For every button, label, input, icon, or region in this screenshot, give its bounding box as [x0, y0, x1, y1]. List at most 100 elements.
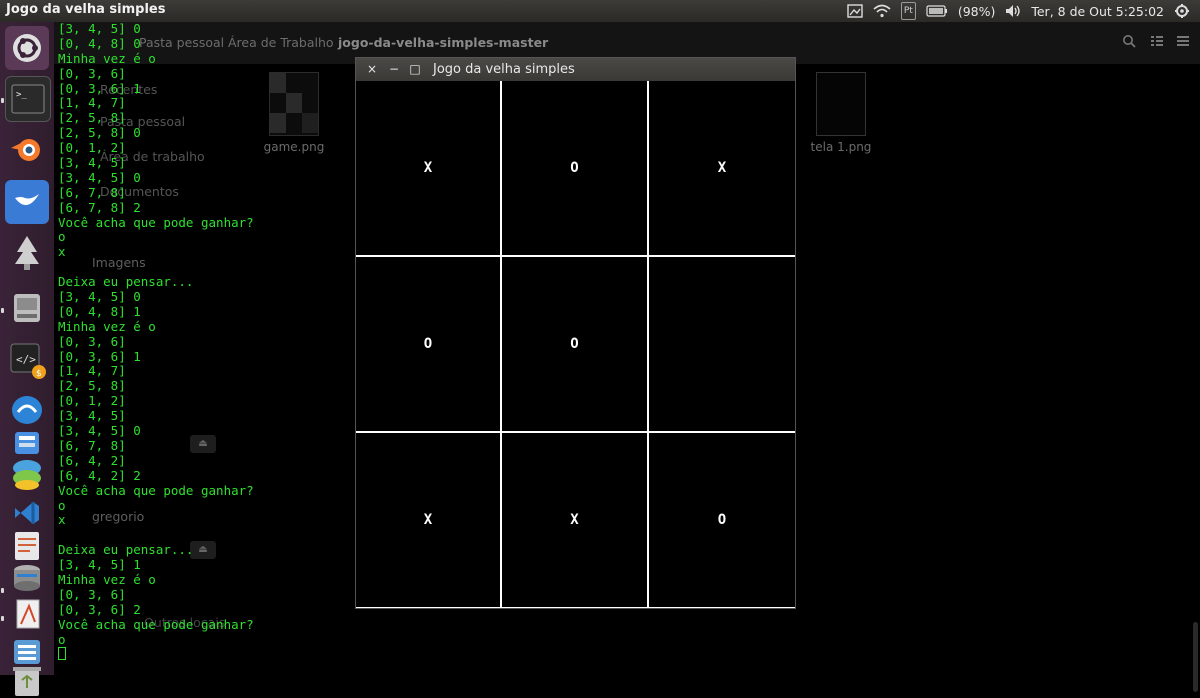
terminal-line: [3, 4, 5]: [58, 408, 126, 424]
svg-text:</>: </>: [16, 353, 36, 366]
svg-text:>_: >_: [16, 90, 27, 100]
color-wheel-icon: [13, 460, 41, 490]
running-indicator: [1, 616, 4, 621]
scrollbar[interactable]: [1193, 622, 1198, 692]
board-cell-7[interactable]: X: [502, 433, 647, 607]
launcher: >_ </> $: [0, 22, 54, 696]
board-cell-4[interactable]: O: [502, 257, 647, 431]
top-panel: Jogo da velha simples Pt (98%) Ter, 8 de…: [0, 0, 1200, 22]
terminal-line: [6, 4, 2] 2: [58, 467, 141, 483]
terminal-line: [3, 4, 5] 0: [58, 423, 141, 439]
terminal-line: [1, 4, 7]: [58, 95, 126, 111]
graphics-tray-icon[interactable]: [847, 3, 863, 19]
terminal-line: [6, 7, 8]: [58, 184, 126, 200]
running-indicator: [1, 308, 4, 313]
terminal-line: Minha vez é o: [58, 318, 156, 334]
ubuntu-dash-button[interactable]: [5, 26, 49, 70]
terminal-cursor: [58, 647, 66, 661]
terminal-line: [6, 7, 8] 2: [58, 199, 141, 215]
terminal-line: [1, 4, 7]: [58, 363, 126, 379]
board-cell-2[interactable]: X: [649, 81, 795, 255]
terminal-line: o: [58, 229, 66, 245]
shotwell-launcher[interactable]: [5, 180, 49, 224]
window-title: Jogo da velha simples: [433, 62, 575, 77]
file-name: tela 1.png: [810, 140, 872, 154]
board-cell-1[interactable]: O: [502, 81, 647, 255]
terminal-line: Você acha que pode ganhar?: [58, 482, 254, 498]
terminal-line: [3, 4, 5] 0: [58, 169, 141, 185]
bird-icon: [15, 194, 39, 206]
trash-launcher[interactable]: [5, 662, 49, 698]
terminal-line: [6, 4, 2]: [58, 452, 126, 468]
battery-icon[interactable]: [926, 3, 948, 19]
document-icon: [16, 599, 40, 629]
terminal-line: Você acha que pode ganhar?: [58, 214, 254, 230]
files-launcher[interactable]: [5, 286, 49, 330]
terminal-line: o: [58, 631, 66, 647]
running-indicator: [1, 98, 4, 103]
terminal-output[interactable]: [3, 4, 5] 0 [0, 4, 8] 0 Minha vez é o [0, 3…: [58, 21, 358, 675]
terminal-line: [0, 3, 6] 2: [58, 601, 141, 617]
window-titlebar[interactable]: × − □ Jogo da velha simples: [356, 58, 795, 82]
active-app-title: Jogo da velha simples: [6, 2, 166, 17]
hard-drive-icon: [14, 294, 40, 322]
terminal-line: [0, 3, 6] 1: [58, 80, 141, 96]
board-cell-0[interactable]: X: [356, 81, 500, 255]
terminal-line: Deixa eu pensar...: [58, 274, 194, 290]
search-icon[interactable]: [1122, 34, 1138, 50]
minimize-button[interactable]: −: [386, 61, 402, 77]
maximize-button[interactable]: □: [407, 61, 423, 77]
terminal-line: [0, 3, 6]: [58, 65, 126, 81]
terminal-line: o: [58, 497, 66, 513]
file-item[interactable]: tela 1.png: [801, 72, 881, 154]
keyboard-layout-icon[interactable]: Pt: [900, 2, 916, 20]
list-view-icon[interactable]: [1150, 34, 1166, 50]
terminal-line: x: [58, 244, 66, 260]
tic-tac-toe-board: X O X O O X X O: [356, 81, 795, 608]
terminal-line: [0, 3, 6]: [58, 586, 126, 602]
terminal-line: [0, 3, 6]: [58, 333, 126, 349]
volume-icon[interactable]: [1005, 3, 1021, 19]
terminal-launcher[interactable]: >_: [5, 76, 51, 122]
clock[interactable]: Ter, 8 de Out 5:25:02: [1031, 4, 1164, 19]
terminal-line: Você acha que pode ganhar?: [58, 616, 254, 632]
menu-icon[interactable]: [1176, 34, 1192, 50]
power-gear-icon[interactable]: [1174, 3, 1190, 19]
trash-icon: [13, 667, 41, 696]
terminal-line: [0, 4, 8] 0: [58, 35, 141, 51]
board-cell-5[interactable]: [649, 257, 795, 431]
terminal-prompt[interactable]: [58, 647, 358, 662]
terminal-icon: >_: [11, 84, 45, 114]
terminal-line: [3, 4, 5] 0: [58, 289, 141, 305]
terminal-line: Deixa eu pensar...: [58, 542, 194, 558]
image-thumbnail: [816, 72, 866, 136]
svg-text:$: $: [36, 369, 42, 379]
terminal-line: [3, 4, 5] 0: [58, 21, 141, 36]
blender-icon: [11, 139, 40, 161]
battery-percent: (98%): [957, 3, 996, 19]
terminal-line: [0, 3, 6] 1: [58, 348, 141, 364]
terminal-line: [0, 1, 2]: [58, 393, 126, 409]
ubuntu-logo-icon: [13, 34, 41, 62]
code-editor-launcher[interactable]: </> $: [5, 338, 49, 382]
inkscape-launcher[interactable]: [5, 232, 49, 276]
indicator-area: Pt (98%) Ter, 8 de Out 5:25:02: [847, 2, 1190, 20]
blender-launcher[interactable]: [5, 126, 49, 170]
terminal-line: [6, 7, 8]: [58, 437, 126, 453]
terminal-line: [2, 5, 8]: [58, 378, 126, 394]
color-app-launcher[interactable]: [5, 452, 49, 496]
board-cell-3[interactable]: O: [356, 257, 500, 431]
wifi-icon[interactable]: [873, 3, 891, 19]
close-button[interactable]: ×: [364, 61, 380, 77]
game-window: × − □ Jogo da velha simples X O X O O X …: [355, 57, 796, 609]
tree-icon: [15, 236, 39, 270]
terminal-line: Minha vez é o: [58, 571, 156, 587]
board-cell-6[interactable]: X: [356, 433, 500, 607]
terminal-line: Minha vez é o: [58, 50, 156, 66]
breadcrumb-current-folder[interactable]: jogo-da-velha-simples-master: [338, 35, 548, 50]
terminal-line: [2, 5, 8]: [58, 110, 126, 126]
board-cell-8[interactable]: O: [649, 433, 795, 607]
terminal-line: [2, 5, 8] 0: [58, 125, 141, 141]
terminal-line: [0, 4, 8] 1: [58, 303, 141, 319]
